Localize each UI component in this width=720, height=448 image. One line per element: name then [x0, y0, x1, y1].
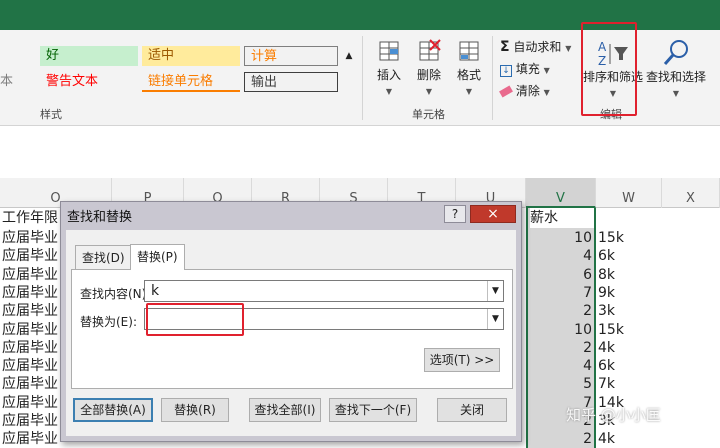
cell-w-value[interactable]: 8k — [598, 265, 658, 285]
chevron-down-icon: ▼ — [465, 87, 473, 96]
cell-w-value[interactable]: 4k — [598, 429, 658, 448]
column-header-v[interactable]: V — [526, 178, 596, 208]
delete-label: 删除 — [416, 68, 441, 82]
cell-v-value[interactable]: 5 — [530, 374, 592, 394]
cell-w-value[interactable]: 3k — [598, 301, 658, 321]
sort-filter-highlight — [581, 22, 637, 116]
cell-v-value[interactable]: 6 — [530, 265, 592, 285]
chevron-down-icon: ▼ — [425, 87, 433, 96]
style-linked-cell[interactable]: 链接单元格 — [142, 72, 240, 92]
cell-w-value[interactable]: 7k — [598, 374, 658, 394]
fill-button[interactable]: ↓ 填充 ▼ — [500, 60, 550, 78]
style-warning[interactable]: 警告文本 — [40, 72, 138, 92]
ribbon: 好 适中 计算 本 警告文本 链接单元格 输出 ▲ 样式 插入 ▼ 删除 ▼ 格… — [0, 22, 720, 126]
chevron-down-icon: ▼ — [672, 89, 680, 98]
style-gallery-scroll[interactable]: ▲ — [342, 46, 356, 66]
style-explanatory[interactable]: 本 — [0, 72, 36, 92]
cell-v-value[interactable]: 4 — [530, 246, 592, 266]
find-value: k — [151, 283, 160, 299]
find-input[interactable]: k ▼ — [144, 280, 504, 302]
replace-label: 替换为(E): — [80, 315, 137, 329]
close-button[interactable]: × — [470, 205, 516, 223]
column-header-x[interactable]: X — [662, 178, 720, 208]
style-good[interactable]: 好 — [40, 46, 138, 66]
insert-icon — [379, 41, 399, 61]
delete-button[interactable]: 删除 ▼ — [410, 38, 448, 97]
tab-find[interactable]: 查找(D) — [75, 245, 132, 269]
cell-v-value[interactable]: 10 — [530, 320, 592, 340]
replace-all-button[interactable]: 全部替换(A) — [73, 398, 153, 422]
find-all-button[interactable]: 查找全部(I) — [249, 398, 321, 422]
column-header-w[interactable]: W — [596, 178, 662, 208]
chevron-down-icon: ▼ — [565, 44, 572, 53]
cell-w-value[interactable]: 9k — [598, 283, 658, 303]
fill-down-icon: ↓ — [500, 65, 512, 77]
cell-v-value[interactable]: 4 — [530, 356, 592, 376]
find-select-button[interactable]: 查找和选择 ▼ — [646, 38, 706, 99]
replace-button[interactable]: 替换(R) — [161, 398, 229, 422]
find-select-label: 查找和选择 — [646, 70, 707, 84]
replace-input-highlight — [146, 303, 244, 336]
dialog-title: 查找和替换 — [67, 210, 133, 225]
tab-replace[interactable]: 替换(P) — [130, 244, 185, 270]
chevron-down-icon: ▼ — [492, 314, 499, 324]
find-next-button[interactable]: 查找下一个(F) — [329, 398, 417, 422]
dialog-close-button[interactable]: 关闭 — [437, 398, 507, 422]
cell-w-value[interactable]: 6k — [598, 356, 658, 376]
cell-w-value[interactable]: 15k — [598, 228, 658, 248]
cell-w-value[interactable]: 15k — [598, 320, 658, 340]
clear-button[interactable]: 清除 ▼ — [499, 82, 550, 100]
format-icon — [459, 41, 479, 61]
format-label: 格式 — [456, 68, 481, 82]
cell-w-value[interactable]: 6k — [598, 246, 658, 266]
cell-v-value[interactable]: 10 — [530, 228, 592, 248]
find-replace-dialog: 查找和替换 ? × 查找(D) 替换(P) 查找内容(N): k ▼ 替换为(E… — [60, 201, 522, 442]
style-neutral[interactable]: 适中 — [142, 46, 240, 66]
cell-w-value[interactable]: 4k — [598, 338, 658, 358]
dialog-body: 查找(D) 替换(P) 查找内容(N): k ▼ 替换为(E): ▼ 选项(T)… — [66, 230, 516, 436]
options-button[interactable]: 选项(T) >> — [424, 348, 500, 372]
fill-label: 填充 — [515, 62, 540, 76]
insert-label: 插入 — [376, 68, 401, 82]
autosum-label: 自动求和 — [513, 40, 562, 54]
close-icon: × — [487, 206, 499, 222]
cell-v-value[interactable]: 2 — [530, 301, 592, 321]
styles-group-label: 样式 — [40, 108, 62, 121]
find-dropdown-button[interactable]: ▼ — [487, 281, 503, 301]
delete-icon — [419, 39, 441, 61]
cell-v-value[interactable]: 7 — [530, 283, 592, 303]
eraser-icon — [499, 85, 513, 98]
chevron-down-icon: ▼ — [543, 66, 550, 75]
magnifier-icon — [663, 40, 688, 65]
watermark: 知乎 @小小匡 — [566, 406, 661, 424]
sigma-icon: Σ — [500, 39, 510, 55]
cell-v-header[interactable]: 薪水 — [530, 208, 594, 228]
cell-v-value[interactable]: 2 — [530, 429, 592, 448]
autosum-button[interactable]: Σ 自动求和 ▼ — [500, 38, 571, 56]
style-calculation[interactable]: 计算 — [244, 46, 338, 66]
group-separator — [492, 36, 493, 120]
find-label: 查找内容(N): — [80, 287, 151, 301]
replace-dropdown-button[interactable]: ▼ — [487, 309, 503, 329]
chevron-down-icon: ▼ — [492, 286, 499, 296]
style-output[interactable]: 输出 — [244, 72, 338, 92]
help-button[interactable]: ? — [444, 205, 466, 223]
chevron-down-icon: ▼ — [543, 88, 550, 97]
cells-group-label: 单元格 — [412, 108, 445, 121]
chevron-down-icon: ▼ — [385, 87, 393, 96]
replace-panel: 查找内容(N): k ▼ 替换为(E): ▼ 选项(T) >> — [71, 269, 513, 389]
format-button[interactable]: 格式 ▼ — [450, 38, 488, 97]
cell-v-value[interactable]: 2 — [530, 338, 592, 358]
clear-label: 清除 — [515, 84, 540, 98]
insert-button[interactable]: 插入 ▼ — [370, 38, 408, 97]
group-separator — [362, 36, 363, 120]
